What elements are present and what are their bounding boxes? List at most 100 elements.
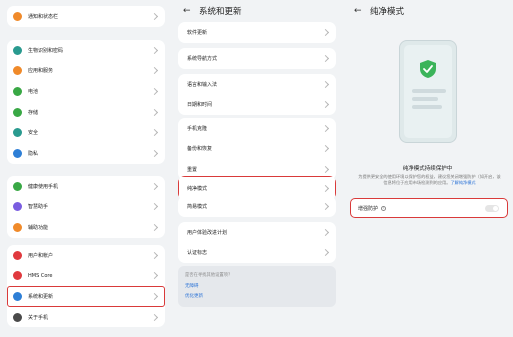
info-icon[interactable]: i <box>381 205 387 211</box>
system-header: ← 系统和更新 <box>171 0 342 22</box>
settings-item[interactable]: 应用和服务 <box>7 61 165 82</box>
settings-item[interactable]: 智慧助手 <box>7 197 165 218</box>
chevron-right-icon <box>321 202 330 210</box>
settings-group: 健康使用手机 智慧助手辅助功能 <box>7 176 165 238</box>
settings-item[interactable]: 隐私 <box>7 143 165 164</box>
settings-item[interactable]: HMS Core <box>7 266 165 287</box>
system-group: 用户体验改进计划 认证标志 <box>178 222 336 264</box>
system-item[interactable]: 语言和输入法 <box>178 74 336 95</box>
settings-item[interactable]: 辅助功能 <box>7 217 165 238</box>
back-arrow-icon[interactable]: ← <box>354 6 364 16</box>
system-item[interactable]: 认证标志 <box>178 243 336 264</box>
settings-item[interactable]: 关于手机 <box>7 307 165 328</box>
chevron-right-icon <box>321 145 330 153</box>
system-group: 手机克隆备份和恢复重置 <box>178 118 336 180</box>
system-item-label: 日期和时间 <box>187 102 213 109</box>
hint-link-accessibility[interactable]: 无障碍 <box>185 283 329 289</box>
system-item-label: 系统导航方式 <box>187 55 218 62</box>
chevron-right-icon <box>150 182 159 190</box>
chevron-right-icon <box>150 149 159 157</box>
settings-item-label: 健康使用手机 <box>28 183 59 190</box>
placeholder-bar <box>412 105 442 109</box>
settings-item-label: 存储 <box>28 109 39 116</box>
chevron-right-icon <box>150 292 159 301</box>
pure-mode-header: ← 纯净模式 <box>342 0 513 22</box>
assistant-icon <box>13 202 22 212</box>
system-item[interactable]: 简易模式 <box>178 196 336 217</box>
settings-item[interactable]: 电池 <box>7 81 165 102</box>
settings-pane: 设置 通知和状态栏生物识别和密码应用和服务电池存储安全隐私健康使用手机智慧助手辅… <box>0 0 171 337</box>
phone-illustration <box>399 40 457 143</box>
battery-icon <box>13 86 22 96</box>
system-item-label: 备份和恢复 <box>187 146 213 153</box>
chevron-right-icon <box>321 101 330 109</box>
chevron-right-icon <box>321 228 330 236</box>
enhanced-protection-row[interactable]: 增强防护 i <box>350 198 508 218</box>
hourglass-icon <box>13 181 22 191</box>
chevron-right-icon <box>150 251 159 259</box>
search-hint-card: 是否在寻找其他设置项？ 无障碍 优化更新 <box>178 266 336 307</box>
settings-item[interactable]: 生物识别和密码 <box>7 40 165 61</box>
system-item[interactable]: 系统导航方式 <box>178 48 336 69</box>
chevron-right-icon <box>150 272 159 280</box>
system-item[interactable]: 备份和恢复 <box>178 139 336 160</box>
placeholder-bar <box>412 89 446 93</box>
system-item-label: 纯净模式 <box>187 185 208 192</box>
settings-item-label: HMS Core <box>28 272 53 279</box>
settings-group: 生物识别和密码 应用和服务电池存储安全隐私 <box>7 40 165 164</box>
settings-item-label: 安全 <box>28 130 39 137</box>
settings-item[interactable]: 用户和帐户 <box>7 245 165 266</box>
accessibility-icon <box>13 222 22 232</box>
system-item-label: 用户体验改进计划 <box>187 229 228 236</box>
system-item-label: 语言和输入法 <box>187 81 218 88</box>
system-item-label: 手机克隆 <box>187 125 208 132</box>
chevron-right-icon <box>321 249 330 257</box>
chevron-right-icon <box>150 46 159 54</box>
chevron-right-icon <box>150 87 159 96</box>
settings-item-label: 辅助功能 <box>28 224 49 231</box>
chevron-right-icon <box>321 184 330 192</box>
settings-group: 用户和帐户 HMS Core 系统和更新关于手机 <box>7 245 165 328</box>
pure-mode-pane: ← 纯净模式 纯净模式持续保护中 为提供更安全的使用环境以保护您的权益，建议您关… <box>342 0 513 337</box>
settings-item[interactable]: 存储 <box>7 102 165 123</box>
system-item[interactable]: 手机克隆 <box>178 118 336 139</box>
settings-item[interactable]: 健康使用手机 <box>7 176 165 197</box>
placeholder-bar <box>412 97 438 101</box>
settings-item-label: 智慧助手 <box>28 204 49 211</box>
enhanced-protection-toggle[interactable] <box>485 204 499 212</box>
chevron-right-icon <box>150 12 159 20</box>
hint-link-optimize-update[interactable]: 优化更新 <box>185 293 329 299</box>
chevron-right-icon <box>150 129 159 137</box>
learn-more-link[interactable]: 了解纯净模式 <box>450 180 475 185</box>
description-text: 为提供更安全的使用环境以保护您的权益，建议您关闭增强防护（如开启，该信息将位于应… <box>358 174 501 185</box>
system-item-label: 重置 <box>187 166 198 173</box>
back-arrow-icon[interactable]: ← <box>183 6 193 16</box>
key-icon <box>13 45 22 55</box>
settings-item[interactable]: 系统和更新 <box>7 286 165 307</box>
system-icon <box>13 291 22 301</box>
system-item-label: 简易模式 <box>187 203 208 210</box>
apps-icon <box>13 66 22 76</box>
system-item[interactable]: 软件更新 <box>178 22 336 43</box>
settings-item-label: 通知和状态栏 <box>28 13 59 20</box>
system-item[interactable]: 日期和时间 <box>178 95 336 116</box>
settings-item-label: 电池 <box>28 88 39 95</box>
system-item[interactable]: 用户体验改进计划 <box>178 222 336 243</box>
system-item-label: 软件更新 <box>187 29 208 36</box>
settings-item-label: 关于手机 <box>28 314 49 321</box>
shield-icon <box>13 128 22 138</box>
system-item-label: 认证标志 <box>187 250 208 257</box>
page-title: 纯净模式 <box>370 7 405 17</box>
bell-icon <box>13 11 22 21</box>
privacy-icon <box>13 148 22 158</box>
settings-item[interactable]: 安全 <box>7 122 165 143</box>
chevron-right-icon <box>321 165 330 174</box>
chevron-right-icon <box>321 54 330 62</box>
chevron-right-icon <box>150 203 159 211</box>
hint-question: 是否在寻找其他设置项？ <box>185 273 233 278</box>
storage-icon <box>13 107 22 117</box>
system-group: 软件更新 <box>178 22 336 43</box>
chevron-right-icon <box>321 80 330 88</box>
settings-item[interactable]: 通知和状态栏 <box>7 6 165 27</box>
chevron-right-icon <box>150 67 159 75</box>
